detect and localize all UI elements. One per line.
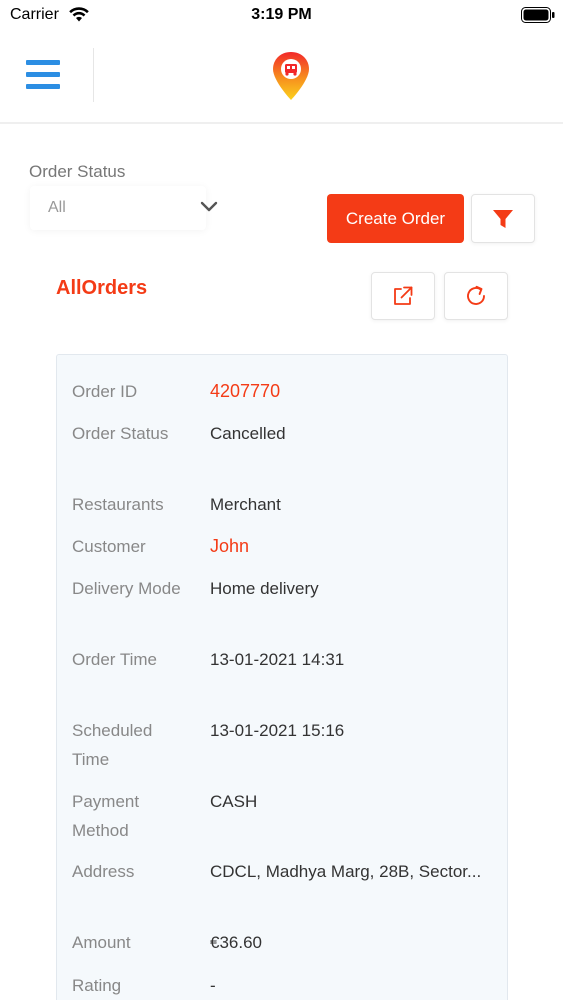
export-button[interactable]	[371, 272, 435, 320]
order-detail-label: Amount	[72, 933, 131, 952]
order-detail-value: Merchant	[210, 495, 281, 514]
external-link-icon	[394, 286, 413, 305]
order-detail-label: Order ID	[72, 382, 138, 401]
status-bar: Carrier 3:19 PM	[0, 0, 563, 30]
order-detail-value: 13-01-2021 14:31	[210, 650, 345, 669]
order-detail-label: Address	[72, 862, 135, 881]
order-status-label: Order Status	[29, 162, 126, 181]
order-detail-value: -	[210, 976, 216, 995]
order-detail-value: Cancelled	[210, 424, 286, 443]
top-nav	[0, 30, 563, 124]
order-detail-label: Delivery Mode	[72, 579, 181, 598]
order-detail-value[interactable]: John	[210, 532, 490, 561]
nav-divider	[93, 48, 94, 102]
chevron-down-icon	[200, 201, 218, 212]
order-detail-value: Home delivery	[210, 579, 319, 598]
order-status-value: All	[48, 199, 66, 216]
order-detail-label: Restaurants	[72, 495, 164, 514]
refresh-icon	[467, 285, 485, 305]
order-detail-label: Customer	[72, 537, 146, 556]
battery-icon	[521, 7, 555, 23]
refresh-button[interactable]	[444, 272, 508, 320]
clock: 3:19 PM	[251, 6, 312, 23]
order-detail-label: Order Time	[72, 650, 158, 669]
order-detail-label: Payment Method	[72, 792, 140, 840]
location-pin-logo	[273, 52, 309, 100]
order-detail-value: CDCL, Madhya Marg, 28B, Sector...	[210, 862, 482, 881]
order-detail-value: 13-01-2021 15:16	[210, 721, 345, 740]
order-status-select[interactable]: All	[30, 186, 218, 230]
section-title: AllOrders	[56, 277, 148, 299]
funnel-icon	[493, 209, 513, 228]
create-order-button[interactable]: Create Order	[327, 194, 464, 243]
order-detail-value[interactable]: 4207770	[210, 377, 490, 406]
order-detail-label: Scheduled Time	[72, 721, 153, 769]
order-card[interactable]: Order ID 4207770 Order Status Cancelled Rest…	[56, 354, 508, 1000]
filter-button[interactable]	[471, 194, 535, 243]
order-detail-label: Rating	[72, 976, 122, 995]
hamburger-icon[interactable]	[26, 60, 62, 90]
order-detail-label: Order Status	[72, 424, 169, 443]
order-detail-value: CASH	[210, 792, 258, 811]
order-detail-value: €36.60	[210, 933, 262, 952]
